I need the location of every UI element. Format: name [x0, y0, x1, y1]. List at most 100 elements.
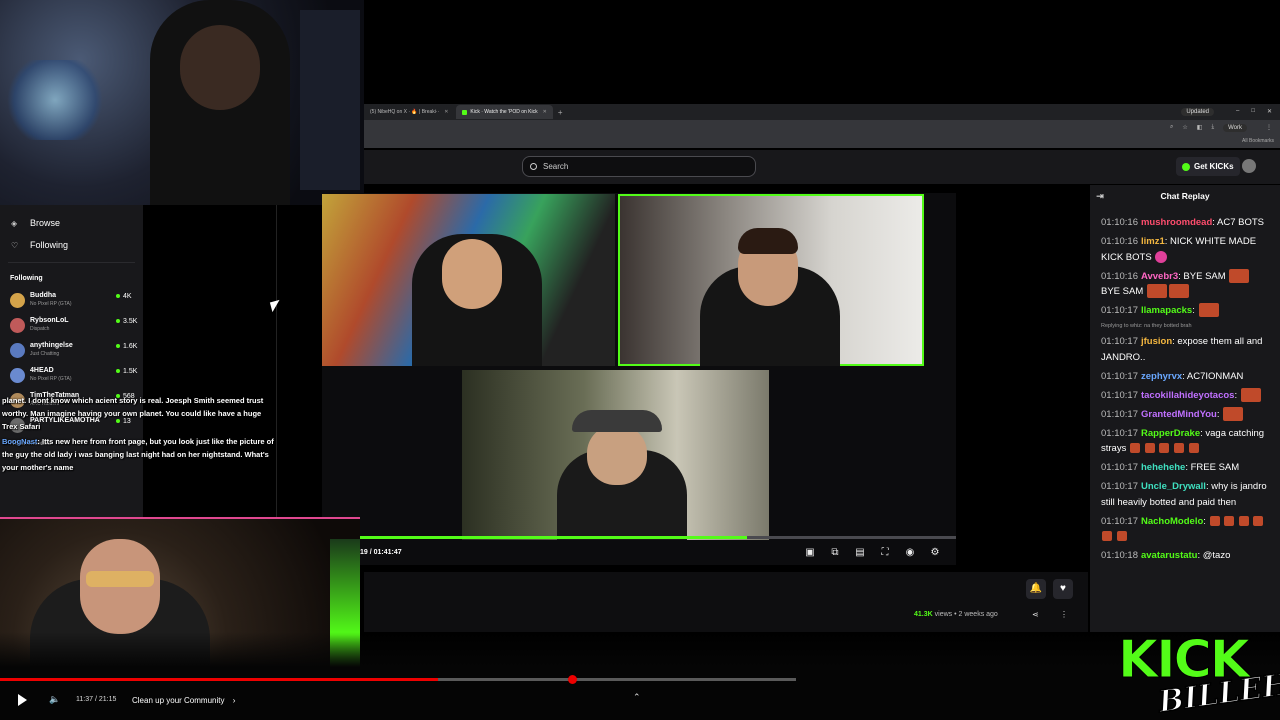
chat-timestamp: 01:10:16 [1101, 217, 1138, 228]
chat-title: Chat Replay [1160, 191, 1210, 201]
following-channel[interactable]: Buddha No Pixel RP (GTA) 4K [0, 290, 143, 315]
chat-text: : AC7IONMAN [1182, 370, 1244, 382]
youtube-time: 11:37 / 21:15 [76, 696, 117, 703]
more-options-icon[interactable]: ⋮ [1060, 610, 1068, 619]
chat-message: 01:10:16 mushroomdead: AC7 BOTS [1101, 215, 1270, 231]
close-icon[interactable]: ✕ [543, 109, 547, 115]
chat-username[interactable]: NachoModelo [1141, 516, 1203, 527]
speed-icon[interactable]: ◉ [903, 546, 917, 560]
volume-icon[interactable]: 🔈 [49, 694, 60, 705]
menu-dots-icon[interactable]: ⋮ [1266, 124, 1272, 132]
get-kicks-label: Get KICKs [1194, 162, 1234, 171]
youtube-chapter-button[interactable]: Clean up your Community › [132, 696, 235, 705]
emote-icon [1159, 443, 1170, 454]
emote-icon [1144, 443, 1155, 454]
browser-tab-label: (5) NibeHQ on X · 🔥 | Breaki·· [370, 109, 440, 115]
youtube-progress-fill [0, 678, 438, 681]
player-controls: ▣ ⧉ ▤ ⛶ ◉ ⚙ [803, 546, 942, 560]
browser-tab-x[interactable]: (5) NibeHQ on X · 🔥 | Breaki·· ✕ [364, 105, 454, 119]
overlay-chat-user: BoogNast [2, 437, 38, 446]
search-input[interactable]: Search [522, 156, 756, 177]
podcast-camera-bottom [462, 370, 769, 540]
mini-player-icon[interactable]: ▤ [853, 546, 867, 560]
view-count: 41.3K [914, 611, 933, 618]
chat-message: 01:10:18 avatarustatu: @tazo [1101, 548, 1270, 564]
chat-username[interactable]: Uncle_Drywall [1141, 481, 1206, 492]
chat-username[interactable]: RapperDrake [1141, 428, 1200, 439]
following-channel[interactable]: 4HEAD No Pixel RP (GTA) 1.5K [0, 365, 143, 390]
following-channel[interactable]: RybsonLoL Dispatch 3.5K [0, 315, 143, 340]
youtube-progress-bar[interactable] [0, 675, 796, 684]
chat-text: : [1234, 389, 1238, 401]
browser-tab-kick[interactable]: Kick · Watch the 'POD on Kick ✕ [456, 105, 553, 119]
chat-username[interactable]: zephyrvx [1141, 371, 1182, 382]
sidebar-item-following[interactable]: ♡ Following [0, 234, 143, 256]
chat-username[interactable]: jfusion [1141, 336, 1172, 347]
emote-icon [1223, 406, 1244, 421]
close-window-icon[interactable]: ✕ [1267, 108, 1272, 116]
chat-message: 01:10:17 tacokillahideyotacos: [1101, 387, 1270, 404]
extensions-icon[interactable]: ◧ [1197, 124, 1203, 132]
channel-viewers: 1.6K [116, 343, 137, 350]
chat-username[interactable]: tacokillahideyotacos [1141, 390, 1234, 401]
video-progress-bar[interactable] [360, 536, 956, 539]
search-icon [530, 163, 537, 170]
chat-timestamp: 01:10:17 [1101, 515, 1138, 527]
chat-username[interactable]: GrantedMindYou [1141, 409, 1217, 420]
channel-category: No Pixel RP (GTA) [30, 301, 72, 307]
notification-bell-icon[interactable]: 🔔 [1026, 579, 1046, 599]
chat-username[interactable]: mushroomdead [1141, 217, 1212, 228]
compass-icon: ◈ [11, 218, 18, 228]
chat-message: 01:10:17 GrantedMindYou: [1101, 406, 1270, 423]
pip-icon[interactable]: ⧉ [828, 546, 842, 560]
video-time: 19 / 01:41:47 [360, 549, 402, 556]
emote-icon [1102, 531, 1112, 542]
chat-timestamp: 01:10:17 [1101, 481, 1138, 492]
profile-button[interactable]: Work [1223, 124, 1247, 132]
video-progress-fill [360, 536, 748, 539]
collapse-chat-icon[interactable]: ⇥ [1090, 191, 1110, 202]
emote-icon [1168, 284, 1189, 299]
sidebar-item-browse[interactable]: ◈ Browse [0, 212, 143, 234]
channel-category: Just Chatting [30, 351, 60, 357]
emote-icon [1129, 443, 1140, 454]
chevron-up-icon[interactable]: ⌃ [633, 692, 641, 703]
share-icon[interactable]: ⋖ [1032, 610, 1039, 619]
star-icon[interactable]: ☆ [1182, 124, 1187, 132]
stream-overlay-chat: planet. I dont know which acient story i… [2, 394, 277, 476]
play-icon[interactable] [18, 694, 27, 706]
podcast-camera-left [322, 194, 615, 366]
youtube-scrubber-handle[interactable] [567, 675, 577, 684]
settings-icon[interactable]: ⚙ [928, 546, 942, 560]
following-section-title: Following [10, 275, 43, 282]
maximize-icon[interactable]: □ [1251, 108, 1255, 116]
fullscreen-icon[interactable]: ⛶ [878, 546, 892, 560]
theater-icon[interactable]: ▣ [803, 546, 817, 560]
chat-message: 01:10:17 zephyrvx: AC7IONMAN [1101, 369, 1270, 385]
follow-heart-icon[interactable]: ♥ [1053, 579, 1073, 599]
chat-timestamp: 01:10:16 [1101, 236, 1138, 247]
kicks-coin-icon [1182, 162, 1190, 171]
channel-category: No Pixel RP (GTA) [30, 376, 72, 382]
channel-avatar [10, 368, 25, 383]
chat-username[interactable]: hehehehe [1141, 462, 1185, 473]
emote-icon [1116, 531, 1127, 542]
chat-username[interactable]: Avvebr3 [1141, 271, 1178, 282]
chat-username[interactable]: llamapacks [1141, 305, 1192, 316]
following-channel[interactable]: anythingelse Just Chatting 1.6K [0, 340, 143, 365]
get-kicks-button[interactable]: Get KICKs [1176, 157, 1240, 176]
chat-username[interactable]: avatarustatu [1141, 550, 1198, 561]
update-badge[interactable]: Updated [1181, 108, 1214, 116]
avatar[interactable] [1242, 159, 1256, 173]
plus-icon[interactable]: + [558, 108, 563, 117]
zoom-icon[interactable]: ⌕ [1170, 124, 1173, 132]
close-icon[interactable]: ✕ [444, 109, 448, 115]
video-info-panel [364, 572, 1088, 632]
chat-timestamp: 01:10:16 [1101, 270, 1138, 282]
bookmarks-folder[interactable]: All Bookmarks [1242, 138, 1274, 144]
download-icon[interactable]: ⤓ [1211, 124, 1214, 132]
chat-text: : FREE SAM [1185, 462, 1240, 473]
chat-username[interactable]: limz1 [1141, 236, 1165, 247]
minimize-icon[interactable]: – [1236, 108, 1239, 116]
chat-text: : [1216, 408, 1220, 420]
